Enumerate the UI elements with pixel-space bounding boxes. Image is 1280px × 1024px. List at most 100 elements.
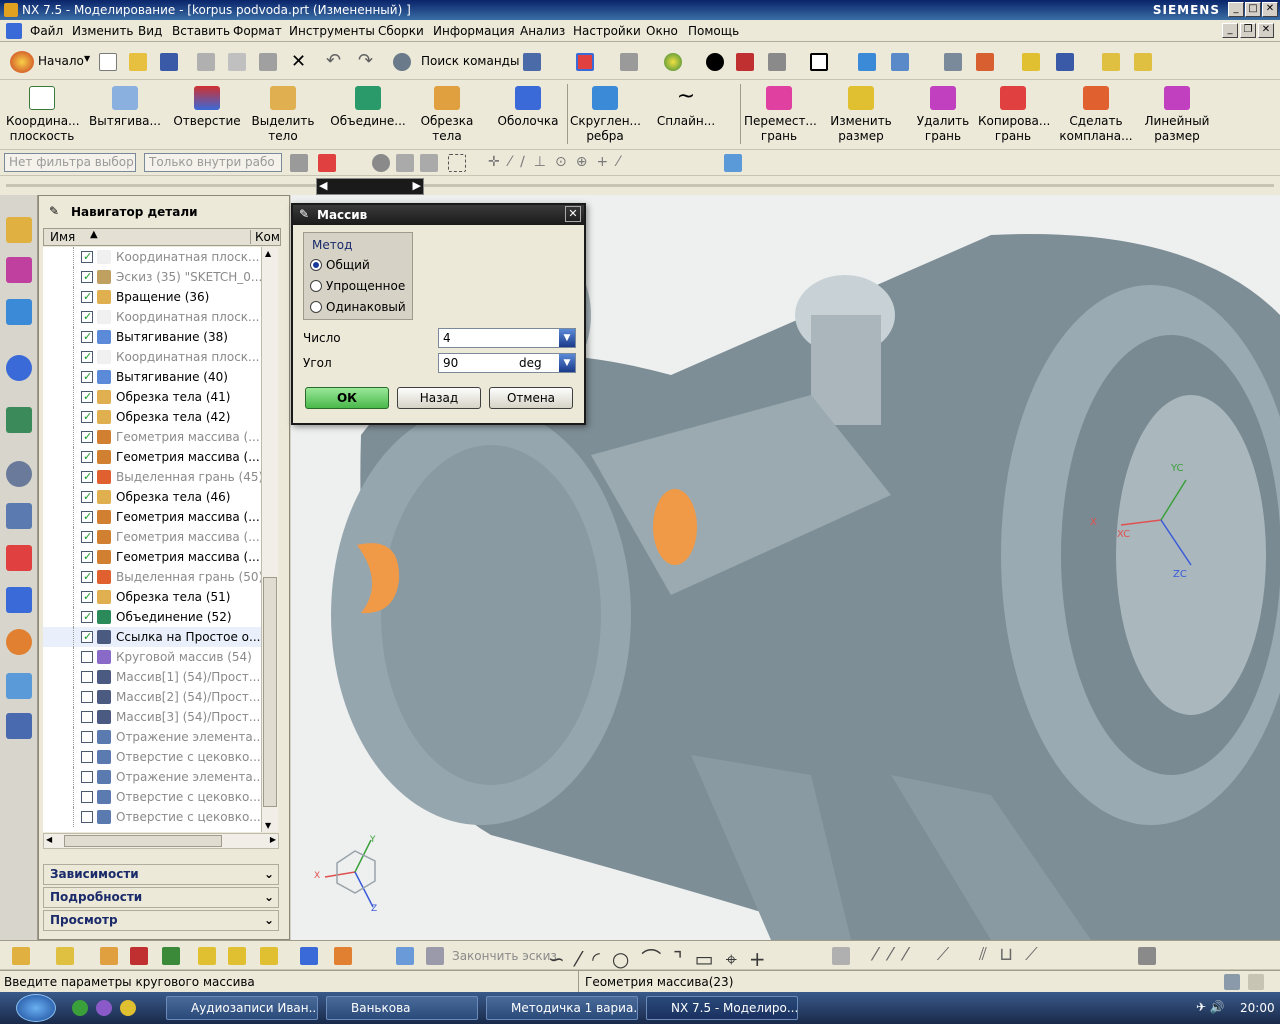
method-general-radio[interactable] bbox=[310, 259, 322, 271]
redo-icon[interactable]: ↷ bbox=[358, 50, 373, 71]
select-face-icon[interactable] bbox=[396, 154, 414, 172]
feature-checkbox[interactable] bbox=[81, 771, 93, 783]
feature-checkbox[interactable] bbox=[81, 387, 93, 407]
clearance-icon[interactable] bbox=[300, 947, 318, 965]
background-icon[interactable] bbox=[706, 53, 724, 71]
feature-checkbox[interactable] bbox=[81, 567, 93, 587]
status-icon[interactable] bbox=[1224, 974, 1240, 990]
menu-edit[interactable]: Изменить bbox=[72, 24, 134, 38]
arrangement-icon[interactable] bbox=[334, 947, 352, 965]
tree-row[interactable]: Геометрия массива (... bbox=[43, 547, 261, 567]
feature-checkbox[interactable] bbox=[81, 627, 93, 647]
feature-checkbox[interactable] bbox=[81, 607, 93, 627]
sketch-edit-icons[interactable]: ⁄⁄⁄ ⟋ ⫽⊔⟋ bbox=[874, 944, 1050, 965]
tree-row[interactable]: Геометрия массива (... bbox=[43, 527, 261, 547]
maximize-button[interactable]: □ bbox=[1245, 2, 1261, 17]
tree-row[interactable]: Обрезка тела (41) bbox=[43, 387, 261, 407]
finish-sketch-button[interactable]: Закончить эскиз bbox=[452, 949, 557, 963]
skype-icon[interactable] bbox=[96, 1000, 112, 1016]
make-coplanar-button[interactable]: Сделать комплана... bbox=[1058, 82, 1134, 148]
dialog-close-button[interactable]: ✕ bbox=[565, 206, 581, 222]
select-intent-icon[interactable] bbox=[1056, 53, 1074, 71]
feature-checkbox[interactable] bbox=[81, 651, 93, 663]
scope-filter-select[interactable]: Только внутри рабо bbox=[144, 153, 282, 172]
close-button[interactable]: ✕ bbox=[1262, 2, 1278, 17]
chrome-icon[interactable] bbox=[120, 1000, 136, 1016]
cancel-button[interactable]: Отмена bbox=[489, 387, 573, 409]
chevron-left-icon[interactable]: ◀ bbox=[319, 179, 327, 192]
feature-checkbox[interactable] bbox=[81, 507, 93, 527]
paste-icon[interactable] bbox=[259, 53, 277, 71]
chevron-down-icon[interactable]: ⌄ bbox=[264, 888, 274, 907]
chevron-down-icon[interactable]: ⌄ bbox=[264, 865, 274, 884]
feature-checkbox[interactable] bbox=[81, 267, 93, 287]
move-object-icon[interactable] bbox=[891, 53, 909, 71]
scroll-up-icon[interactable]: ▲ bbox=[265, 249, 271, 258]
datum-plane-button[interactable]: Координа... плоскость bbox=[6, 82, 80, 148]
new-file-icon[interactable] bbox=[99, 53, 117, 71]
menu-preferences[interactable]: Настройки bbox=[573, 24, 641, 38]
tree-row[interactable]: Отражение элемента... bbox=[43, 727, 261, 747]
taskbar-item-audio[interactable]: Аудиозаписи Иван... bbox=[166, 996, 318, 1020]
chevron-down-icon[interactable]: ⌄ bbox=[264, 911, 274, 930]
csys-icon[interactable] bbox=[976, 53, 994, 71]
unite-button[interactable]: Объедине... bbox=[330, 82, 406, 148]
resize-face-button[interactable]: Изменить размер bbox=[828, 82, 894, 148]
tree-row[interactable]: Вращение (36) bbox=[43, 287, 261, 307]
menu-information[interactable]: Информация bbox=[433, 24, 515, 38]
minimize-button[interactable]: _ bbox=[1228, 2, 1244, 17]
dependencies-section[interactable]: Зависимости ⌄ bbox=[43, 864, 279, 885]
start-orb-icon[interactable] bbox=[16, 994, 56, 1022]
menu-tools[interactable]: Инструменты bbox=[289, 24, 375, 38]
rectangle-select-icon[interactable] bbox=[448, 154, 466, 172]
tree-row[interactable]: Геометрия массива (... bbox=[43, 427, 261, 447]
scroll-right-icon[interactable]: ▶ bbox=[270, 835, 276, 844]
scroll-down-icon[interactable]: ▼ bbox=[265, 821, 271, 830]
select-body-icon[interactable] bbox=[372, 154, 390, 172]
wcs-cube-icon[interactable] bbox=[724, 154, 742, 172]
mate-icon[interactable] bbox=[100, 947, 118, 965]
fit-view-icon[interactable] bbox=[576, 53, 594, 71]
taskbar-item-nx[interactable]: NX 7.5 - Моделиро... bbox=[646, 996, 798, 1020]
tree-row[interactable]: Массив[1] (54)/Прост... bbox=[43, 667, 261, 687]
tree-row[interactable]: Обрезка тела (42) bbox=[43, 407, 261, 427]
menu-file[interactable]: Файл bbox=[30, 24, 63, 38]
feature-checkbox[interactable] bbox=[81, 407, 93, 427]
method-simplified-radio[interactable] bbox=[310, 280, 322, 292]
column-comment[interactable]: Ком bbox=[250, 230, 280, 244]
measure-distance-icon[interactable] bbox=[1102, 53, 1120, 71]
feature-checkbox[interactable] bbox=[81, 711, 93, 723]
view-slider[interactable]: ◀ ▶ bbox=[316, 178, 424, 195]
tree-row[interactable]: Отверстие с цековко... bbox=[43, 747, 261, 767]
layer-icon[interactable] bbox=[768, 53, 786, 71]
sort-ascending-icon[interactable]: ▲ bbox=[90, 229, 98, 240]
mirror-assembly-icon[interactable] bbox=[162, 947, 180, 965]
feature-checkbox[interactable] bbox=[81, 447, 93, 467]
pin-icon[interactable]: ✎ bbox=[49, 204, 59, 218]
orient-view-icon[interactable] bbox=[620, 53, 638, 71]
menu-analysis[interactable]: Анализ bbox=[520, 24, 565, 38]
explode-icon[interactable] bbox=[198, 947, 216, 965]
angle-input[interactable]: 90 deg ▼ bbox=[438, 353, 576, 373]
sketch-constraints-icon[interactable] bbox=[1138, 947, 1156, 965]
count-spin-icon[interactable]: ▼ bbox=[559, 329, 575, 347]
tree-row[interactable]: Вытягивание (40) bbox=[43, 367, 261, 387]
tree-row[interactable]: Вытягивание (38) bbox=[43, 327, 261, 347]
tree-horizontal-scrollbar[interactable]: ◀ ▶ bbox=[43, 833, 279, 849]
tree-row[interactable]: Выделенная грань (50) bbox=[43, 567, 261, 587]
delete-face-button[interactable]: Удалить грань bbox=[912, 82, 974, 148]
tree-row[interactable]: Объединение (52) bbox=[43, 607, 261, 627]
select-edge-icon[interactable] bbox=[420, 154, 438, 172]
info-icon[interactable] bbox=[6, 355, 32, 381]
menu-format[interactable]: Формат bbox=[233, 24, 282, 38]
feature-checkbox[interactable] bbox=[81, 811, 93, 823]
menu-help[interactable]: Помощь bbox=[688, 24, 739, 38]
type-filter-select[interactable]: Нет фильтра выбор bbox=[4, 153, 136, 172]
linear-dimension-button[interactable]: Линейный размер bbox=[1142, 82, 1212, 148]
feature-checkbox[interactable] bbox=[81, 547, 93, 567]
dialog-titlebar[interactable]: ✎ Массив ✕ bbox=[293, 205, 584, 225]
filter-settings-icon[interactable] bbox=[290, 154, 308, 172]
feature-checkbox[interactable] bbox=[81, 671, 93, 683]
extrude-button[interactable]: Вытягива... bbox=[88, 82, 162, 148]
taskbar-item-manual[interactable]: Методичка 1 вариа... bbox=[486, 996, 638, 1020]
